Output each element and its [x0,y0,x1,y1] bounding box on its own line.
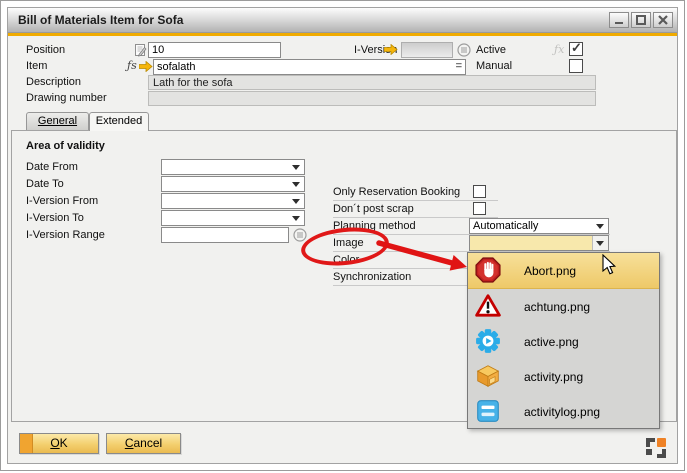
log-icon [475,398,501,424]
image-combo[interactable] [469,235,609,251]
item-value: sofalath [157,61,196,73]
minimize-icon [614,15,624,25]
ok-label: O [50,436,59,450]
choose-list-icon[interactable] [457,43,471,57]
iversion-from-label: I-Version From [26,195,98,207]
annotation-arrow [363,226,478,281]
planning-method-combo[interactable]: Automatically [469,218,609,234]
position-label: Position [26,44,65,56]
only-reservation-checkbox[interactable] [473,185,486,198]
bom-item-dialog: Bill of Materials Item for Sofa Position [0,0,685,471]
chevron-down-icon [292,216,300,221]
edit-document-icon[interactable] [134,43,147,57]
chevron-down-icon [596,241,604,246]
stop-icon [475,257,501,283]
formula-icon[interactable]: ƒs [127,59,137,72]
resize-grip-icon[interactable] [646,438,666,458]
fx-icon: ƒx [554,43,564,56]
active-label: Active [476,44,506,56]
iversion-from-combo[interactable] [161,193,305,209]
dropdown-item-activitylog[interactable]: activitylog.png [468,394,659,429]
dropdown-item-label: active.png [524,335,579,349]
tab-general[interactable]: General [26,112,89,130]
tab-general-label: General [38,115,77,127]
dont-post-scrap-label: Don´t post scrap [333,203,414,215]
manual-label: Manual [476,60,512,72]
maximize-button[interactable] [631,12,651,28]
default-button-stripe [20,434,33,453]
tab-extended[interactable]: Extended [89,112,149,131]
tab-extended-label: Extended [96,115,142,127]
dropdown-item-label: activitylog.png [524,405,600,419]
date-to-combo[interactable] [161,176,305,192]
iversion-to-combo[interactable] [161,210,305,226]
date-from-label: Date From [26,161,78,173]
minimize-button[interactable] [609,12,629,28]
image-dropdown-list: Abort.png achtung.png [467,252,660,429]
chevron-down-icon [292,165,300,170]
drawing-number-field [148,91,596,106]
active-checkbox[interactable] [569,42,583,56]
dont-post-scrap-checkbox[interactable] [473,202,486,215]
title-bar[interactable]: Bill of Materials Item for Sofa [8,8,677,33]
dropdown-item-label: Abort.png [524,264,576,278]
link-arrow-icon[interactable] [384,44,398,55]
dialog-frame: Bill of Materials Item for Sofa Position [7,7,678,464]
chevron-down-icon [292,199,300,204]
window-title: Bill of Materials Item for Sofa [18,8,183,32]
dropdown-item-label: activity.png [524,370,583,384]
ok-button[interactable]: OK [19,433,99,454]
link-arrow-icon[interactable] [139,61,153,72]
manual-checkbox[interactable] [569,59,583,73]
description-field: Lath for the sofa [148,75,596,90]
close-button[interactable] [653,12,673,28]
equals-icon: = [456,59,462,74]
date-to-label: Date To [26,178,64,190]
item-input[interactable]: sofalath = [153,59,466,75]
position-input[interactable]: 10 [148,42,281,58]
iversion-to-label: I-Version To [26,212,84,224]
iversion-range-label: I-Version Range [26,229,105,241]
dropdown-item-abort[interactable]: Abort.png [468,253,659,289]
maximize-icon [636,15,646,25]
chevron-down-icon [292,182,300,187]
iversion-range-input[interactable] [161,227,289,243]
description-label: Description [26,76,81,88]
dropdown-item-activity[interactable]: activity.png [468,359,659,394]
cancel-button[interactable]: Cancel [106,433,181,454]
chevron-down-icon [596,224,604,229]
mouse-cursor [602,254,618,276]
choose-list-icon[interactable] [293,228,307,242]
dropdown-item-active[interactable]: active.png [468,324,659,359]
dropdown-item-achtung[interactable]: achtung.png [468,289,659,324]
iversion-field [401,42,453,58]
close-icon [658,15,668,25]
warning-icon [475,293,501,319]
drawing-number-label: Drawing number [26,92,107,104]
planning-method-value: Automatically [473,220,538,233]
dropdown-item-label: achtung.png [524,300,590,314]
item-label: Item [26,60,47,72]
only-reservation-label: Only Reservation Booking [333,186,460,198]
box-icon [475,363,501,389]
date-from-combo[interactable] [161,159,305,175]
section-title: Area of validity [26,140,105,152]
gear-icon [475,328,501,354]
